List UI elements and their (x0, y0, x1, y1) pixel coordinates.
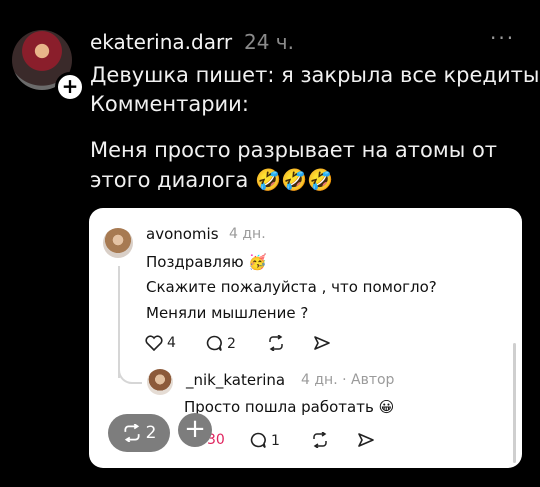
comment-line-1: Поздравляю 🥳 (146, 253, 268, 271)
repost-icon (269, 335, 283, 351)
comment-username: avonomis (146, 225, 219, 243)
reply-avatar (147, 369, 173, 395)
repost-count-pill[interactable]: 2 (108, 414, 170, 452)
post-text-line-2: Комментарии: (90, 92, 249, 116)
reply-share-action[interactable] (357, 432, 375, 448)
comment-repost-action[interactable] (267, 335, 285, 351)
repost-count: 2 (145, 423, 157, 443)
send-icon (358, 433, 374, 447)
comment-share-action[interactable] (313, 335, 331, 351)
post-text-line-1: Девушка пишет: я закрыла все кредиты (90, 63, 540, 87)
reply-username: _nik_katerina (186, 371, 286, 389)
comment-like-action[interactable]: 4 (145, 335, 176, 351)
post-text-line-4: этого диалога 🤣🤣🤣 (90, 168, 334, 192)
follow-plus-button[interactable]: + (55, 72, 85, 102)
comment-line-3: Меняли мышление ? (146, 304, 309, 322)
comment-reply-count: 2 (227, 335, 236, 352)
comment-line-2: Скажите пожалуйста , что помогло? (146, 278, 437, 296)
comment-time: 4 дн. (229, 226, 266, 242)
more-options-icon[interactable]: ··· (490, 26, 515, 50)
reply-meta: 4 дн. · Автор (301, 372, 395, 388)
repost-icon (313, 432, 327, 448)
comment-bubble-icon (206, 335, 222, 351)
author-username[interactable]: ekaterina.darr (90, 30, 232, 54)
send-icon (314, 336, 330, 350)
post-time: 24 ч. (244, 30, 294, 54)
scrollbar[interactable] (513, 343, 516, 463)
add-button[interactable]: + (178, 413, 212, 447)
comment-bubble-icon (250, 432, 266, 448)
repost-icon (124, 424, 140, 442)
comment-avatar (103, 228, 133, 258)
reply-text: Просто пошла работать 😀 (184, 398, 395, 416)
comment-reply-action[interactable]: 2 (205, 335, 236, 352)
reply-reply-action[interactable]: 1 (249, 432, 280, 449)
post-text-line-3: Меня просто разрывает на атомы от (90, 138, 498, 162)
comment-like-count: 4 (167, 335, 176, 351)
thread-connector (118, 360, 142, 384)
heart-icon (145, 335, 163, 351)
reply-reply-count: 1 (271, 432, 280, 449)
reply-repost-action[interactable] (311, 432, 329, 448)
